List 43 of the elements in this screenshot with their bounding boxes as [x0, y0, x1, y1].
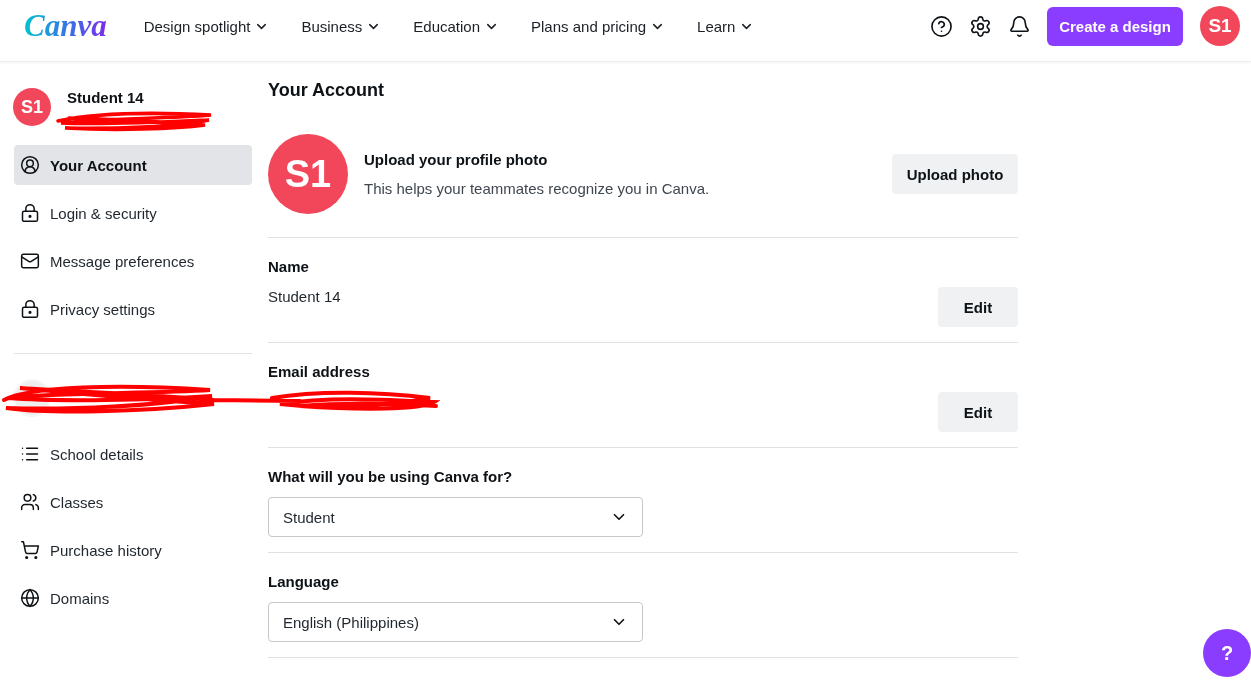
- nav-menu-item[interactable]: Learn: [697, 6, 755, 46]
- field-label: Email address: [268, 363, 371, 381]
- lock-icon: [20, 299, 40, 319]
- nav-menu-item[interactable]: Design spotlight: [143, 6, 270, 46]
- photo-title: Upload your profile photo: [364, 150, 549, 169]
- create-design-button[interactable]: Create a design: [1047, 6, 1183, 46]
- nav-menu-item[interactable]: Plans and pricing: [531, 6, 666, 46]
- photo-description: This helps your teammates recognize you in Canva.: [364, 179, 711, 198]
- sidebar-item[interactable]: Purchase history: [14, 530, 252, 570]
- envelope-icon: [20, 251, 40, 271]
- field-label: Name: [268, 258, 310, 276]
- people-icon: [20, 492, 40, 512]
- sidebar-item[interactable]: Login & security: [14, 193, 252, 233]
- profile-avatar: S1: [268, 134, 348, 214]
- field-label: Language: [268, 573, 340, 591]
- settings-icon[interactable]: [969, 14, 992, 38]
- sidebar-item[interactable]: Domains: [14, 578, 252, 618]
- cart-icon: [20, 540, 40, 560]
- globe-icon: [20, 588, 40, 608]
- sidebar-item[interactable]: Your Account: [14, 145, 252, 185]
- dropdown-select[interactable]: Student: [268, 497, 643, 537]
- field-value: Student 14: [268, 287, 341, 307]
- sidebar-item[interactable]: Classes: [14, 482, 252, 522]
- page-title: Your Account: [268, 79, 385, 102]
- sidebar-item[interactable]: Privacy settings: [14, 289, 252, 329]
- upload-photo-button[interactable]: Upload photo: [892, 154, 1018, 194]
- dropdown-select[interactable]: English (Philippines): [268, 602, 643, 642]
- field-label: What will you be using Canva for?: [268, 468, 514, 486]
- help-button[interactable]: ?: [1203, 629, 1251, 677]
- profile-name: Student 14: [67, 89, 144, 108]
- nav-menu-item[interactable]: Education: [413, 6, 499, 46]
- edit-button[interactable]: Edit: [938, 287, 1018, 327]
- user-avatar[interactable]: S1: [1200, 6, 1240, 46]
- list-icon: [20, 444, 40, 464]
- help-icon[interactable]: [930, 14, 953, 38]
- sidebar-item[interactable]: Message preferences: [14, 241, 252, 281]
- lock-icon: [20, 203, 40, 223]
- user-circle-icon: [20, 155, 40, 175]
- nav-menu-item[interactable]: Business: [301, 6, 382, 46]
- bell-icon[interactable]: [1008, 14, 1031, 38]
- user-avatar: S1: [13, 88, 51, 126]
- sidebar-item[interactable]: School details: [14, 434, 252, 474]
- edit-button[interactable]: Edit: [938, 392, 1018, 432]
